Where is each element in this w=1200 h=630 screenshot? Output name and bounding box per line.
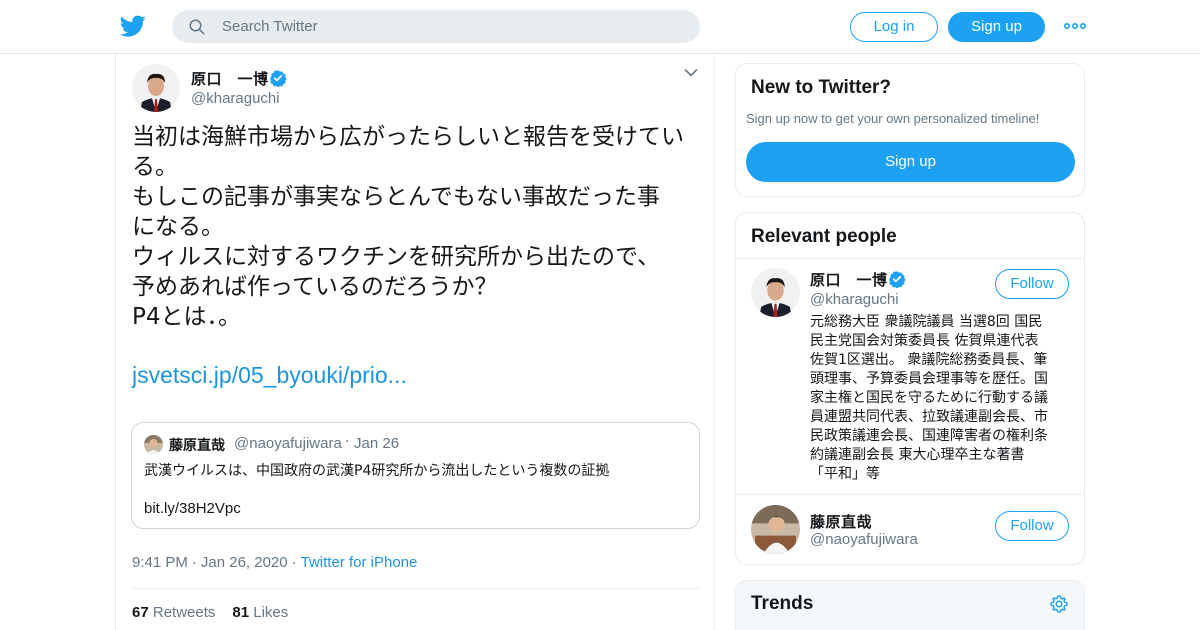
- chevron-down-icon[interactable]: [684, 68, 698, 78]
- bio-line: 元総務大臣 衆議院議員 当選8回 国民: [810, 314, 1043, 330]
- tweet-text-line: 予めあれば作っているのだろうか？: [132, 274, 498, 300]
- bio-line: 民政策議連会長、国連障害者の権利条: [810, 428, 1048, 444]
- new-to-twitter-title: New to Twitter?: [751, 77, 892, 98]
- tweet-text-line: ウィルスに対するワクチンを研究所から出たので、: [132, 244, 661, 270]
- person-avatar[interactable]: [751, 505, 800, 554]
- person-handle[interactable]: @kharaguchi: [810, 291, 899, 308]
- divider: [736, 258, 1084, 259]
- quoted-date: Jan 26: [354, 435, 400, 452]
- more-options-icon[interactable]: [1063, 18, 1087, 34]
- tweet-text: 当初は海鮮市場から広がったらしいと報告を受けてい る。 もしこの記事が事実ならと…: [132, 122, 707, 332]
- tweet-stats: 67 Retweets 81 Likes: [132, 604, 288, 621]
- separator-dot: ·: [345, 434, 350, 450]
- likes-label: Likes: [253, 604, 289, 621]
- person-bio: 元総務大臣 衆議院議員 当選8回 国民 民主党国会対策委員長 佐賀県連代表 佐賀…: [810, 313, 1072, 484]
- verified-badge-icon: [889, 271, 906, 288]
- tweet-text-line: P4とは．。: [132, 304, 242, 330]
- search-icon: [189, 19, 205, 35]
- trends-title: Trends: [751, 593, 814, 614]
- quoted-link: bit.ly/38H2Vpc: [144, 500, 241, 517]
- retweets-label: Retweets: [152, 604, 216, 621]
- tweet-date: Jan 26, 2020: [200, 554, 288, 571]
- tweet-time: 9:41 PM: [132, 554, 188, 571]
- verified-badge-icon: [270, 70, 287, 87]
- gear-icon[interactable]: [1049, 594, 1069, 614]
- quoted-author-avatar: [144, 435, 163, 454]
- tweet-metadata: 9:41 PM · Jan 26, 2020 · Twitter for iPhone: [132, 554, 417, 571]
- tweet-permalink: 原口 一博 @kharaguchi 当初は海鮮市場から広がったらしいと報告を受け…: [115, 54, 715, 630]
- tweet-text-line: る。: [132, 154, 178, 180]
- twitter-bird-logo-icon[interactable]: [120, 13, 146, 39]
- bio-line: 員連盟共同代表、拉致議連副会長、市: [810, 409, 1048, 425]
- relevant-people-title: Relevant people: [751, 226, 897, 247]
- bio-line: 佐賀1区選出。 衆議院総務委員長、筆: [810, 352, 1048, 368]
- person-name[interactable]: 原口 一博: [810, 269, 888, 290]
- relevant-people-card: Relevant people 原口 一博 @kharaguchi Follow…: [735, 212, 1085, 565]
- author-avatar[interactable]: [132, 64, 180, 112]
- new-to-twitter-card: New to Twitter? Sign up now to get your …: [735, 63, 1085, 197]
- quoted-author-handle: @naoyafujiwara: [234, 435, 342, 452]
- bio-line: 約議連副会長 東大心理卒主な著書: [810, 447, 1025, 463]
- retweets-count: 67: [132, 604, 149, 621]
- tweet-text-line: になる。: [132, 214, 224, 240]
- tweet-link[interactable]: jsvetsci.jp/05_byouki/prio...: [132, 362, 407, 389]
- author-avatar-image: [132, 64, 180, 112]
- person-name[interactable]: 藤原直哉: [810, 511, 872, 532]
- divider: [132, 588, 700, 589]
- tweet-text-line: もしこの記事が事実ならとんでもない事故だった事: [132, 184, 660, 210]
- follow-button[interactable]: Follow: [995, 511, 1069, 541]
- follow-button[interactable]: Follow: [995, 269, 1069, 299]
- quoted-text: 武漢ウイルスは、中国政府の武漢P4研究所から流出したという複数の証拠: [144, 463, 610, 479]
- search-box[interactable]: [172, 10, 700, 43]
- separator-dot: ·: [191, 554, 197, 571]
- likes-stat[interactable]: 81 Likes: [232, 604, 288, 621]
- new-to-twitter-subtitle: Sign up now to get your own personalized…: [746, 111, 1040, 126]
- signup-large-button[interactable]: Sign up: [746, 142, 1075, 182]
- search-input[interactable]: [222, 10, 682, 43]
- separator-dot: ·: [291, 554, 297, 571]
- bio-line: 「平和」等: [810, 466, 880, 482]
- author-name[interactable]: 原口 一博: [191, 68, 269, 89]
- top-navigation-bar: Log in Sign up: [0, 0, 1200, 54]
- bio-line: 家主権と国民を守るために行動する議: [810, 390, 1048, 406]
- likes-count: 81: [232, 604, 250, 621]
- trends-card: Trends: [735, 580, 1085, 630]
- login-button[interactable]: Log in: [850, 12, 938, 42]
- tweet-source-link[interactable]: Twitter for iPhone: [301, 554, 418, 571]
- bio-line: 民主党国会対策委員長 佐賀県連代表: [810, 333, 1039, 349]
- quoted-author-name: 藤原直哉: [169, 438, 225, 454]
- person-handle[interactable]: @naoyafujiwara: [810, 531, 918, 548]
- person-avatar[interactable]: [751, 268, 800, 317]
- bio-line: 頭理事、予算委員会理事等を歴任。国: [810, 371, 1048, 387]
- author-handle[interactable]: @kharaguchi: [191, 90, 280, 107]
- signup-button[interactable]: Sign up: [948, 12, 1045, 42]
- quoted-tweet[interactable]: 藤原直哉 @naoyafujiwara · Jan 26 武漢ウイルスは、中国政…: [131, 422, 700, 529]
- divider: [736, 494, 1084, 495]
- tweet-text-line: 当初は海鮮市場から広がったらしいと報告を受けてい: [132, 124, 684, 150]
- retweets-stat[interactable]: 67 Retweets: [132, 604, 215, 621]
